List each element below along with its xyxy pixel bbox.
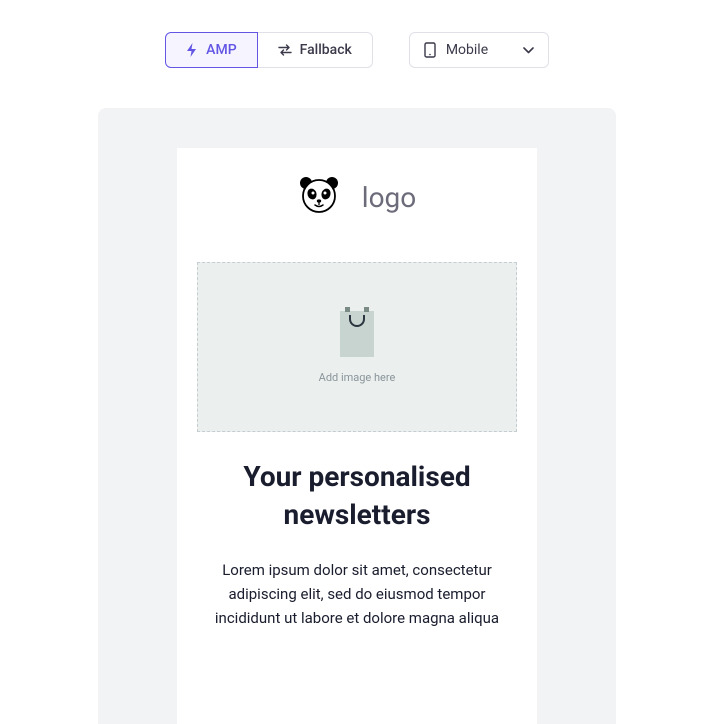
email-headline: Your personalised newsletters	[197, 458, 517, 534]
email-preview: logo Add image here Your personalised ne…	[177, 148, 537, 724]
logo-text: logo	[362, 181, 416, 214]
logo-row: logo	[197, 176, 517, 218]
view-tabs: AMP Fallback	[165, 32, 373, 68]
device-select-label: Mobile	[446, 42, 488, 58]
swap-icon	[278, 44, 292, 56]
preview-area: logo Add image here Your personalised ne…	[98, 108, 616, 724]
tab-fallback[interactable]: Fallback	[258, 32, 373, 68]
chevron-down-icon	[523, 47, 534, 54]
image-placeholder[interactable]: Add image here	[197, 262, 517, 432]
image-placeholder-text: Add image here	[319, 371, 396, 384]
tab-amp-label: AMP	[206, 42, 236, 58]
tab-fallback-label: Fallback	[300, 42, 352, 58]
device-select-content: Mobile	[424, 42, 488, 58]
email-body-text: Lorem ipsum dolor sit amet, consectetur …	[197, 558, 517, 630]
panda-icon	[298, 176, 340, 218]
tab-amp[interactable]: AMP	[165, 32, 257, 68]
mobile-icon	[424, 42, 436, 58]
lightning-icon	[186, 43, 198, 57]
toolbar: AMP Fallback Mobile	[0, 0, 714, 108]
shopping-bag-icon	[340, 311, 374, 357]
device-select[interactable]: Mobile	[409, 32, 549, 68]
